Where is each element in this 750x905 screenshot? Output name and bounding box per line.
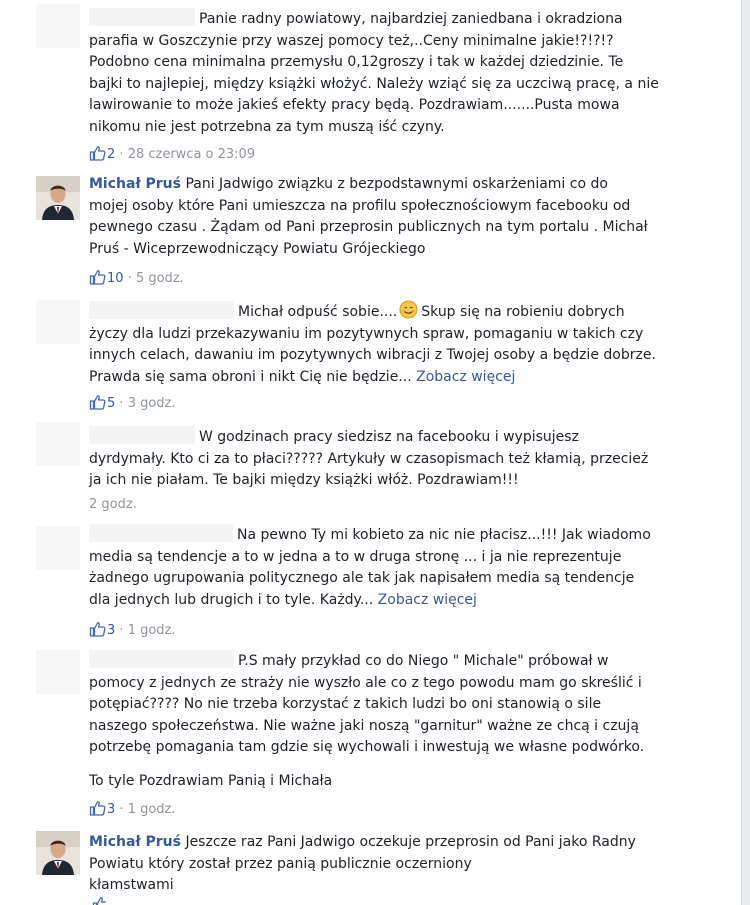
- comment-line: Skup się na robieniu dobrych: [421, 304, 625, 320]
- comment-line: W godzinach pracy siedzisz na facebooku …: [199, 429, 579, 445]
- redacted-author-name[interactable]: [89, 8, 195, 26]
- comment-line: Prawda się sama obroni i nikt Cię nie bę…: [89, 368, 412, 385]
- redacted-author-name[interactable]: [89, 301, 234, 319]
- comment-body: Na pewno Ty mi kobieto za nic nie płacis…: [89, 524, 689, 611]
- comment-line: Powiatu który został przez panią publicz…: [89, 855, 472, 872]
- author-name[interactable]: Michał Pruś: [89, 834, 181, 850]
- avatar[interactable]: [36, 526, 80, 570]
- comment-line: Panie radny powiatowy, najbardziej zanie…: [199, 11, 623, 27]
- comment-actions: 3 · 1 godz.: [89, 621, 176, 639]
- comment-line: P.S mały przykład co do Niego " Michale"…: [238, 653, 609, 669]
- avatar[interactable]: [36, 422, 80, 466]
- comment-line: Pruś - Wiceprzewodniczący Powiatu Grójec…: [89, 240, 426, 257]
- comment-line: parafia w Goszczynie przy waszej pomocy …: [89, 32, 614, 49]
- timestamp[interactable]: 5 godz.: [136, 271, 184, 286]
- comment-actions: 2 godz.: [89, 497, 137, 513]
- comment-paragraph: To tyle Pozdrawiam Panią i Michała: [89, 771, 689, 793]
- avatar[interactable]: [36, 4, 80, 48]
- comment-line: potępiać???? No nie trzeba korzystać z t…: [89, 696, 602, 712]
- thumbs-up-icon[interactable]: [89, 269, 106, 285]
- comment-line: media są tendencje a to w jedna a to w d…: [89, 548, 622, 565]
- comment-line: Michał odpuść sobie....: [238, 304, 398, 320]
- author-name[interactable]: Michał Pruś: [89, 176, 181, 192]
- comment-body: Michał Pruś Pani Jadwigo związku z bezpo…: [89, 174, 689, 260]
- avatar[interactable]: [36, 831, 80, 875]
- thumbs-up-icon[interactable]: [89, 145, 106, 161]
- separator: ·: [115, 396, 128, 411]
- separator: ·: [115, 147, 128, 162]
- comment-line: potrzebę pomagania tam gdzie się wychowa…: [89, 739, 645, 755]
- comment-line: bajki to najlepiej, między książki włoży…: [89, 75, 659, 92]
- comment-line: nikomu nie jest potrzebna za tym muszą i…: [89, 118, 445, 135]
- comment-body: Michał odpuść sobie.... Skup się na robie…: [89, 300, 689, 388]
- comment-line: Na pewno Ty mi kobieto za nic nie płacis…: [237, 527, 651, 543]
- timestamp[interactable]: 1 godz.: [128, 623, 176, 638]
- comment-line: Podobno cena minimalna przemysłu 0,12gro…: [89, 54, 624, 70]
- comment-body: P.S mały przykład co do Niego " Michale"…: [89, 650, 689, 759]
- see-more-link[interactable]: Zobacz więcej: [416, 369, 515, 385]
- comment-line: kłamstwami: [89, 877, 174, 893]
- thumbs-up-icon[interactable]: [89, 394, 106, 410]
- thumbs-up-icon[interactable]: [92, 896, 106, 905]
- page-edge: [741, 0, 750, 905]
- avatar[interactable]: [36, 650, 80, 694]
- separator: ·: [115, 802, 128, 817]
- thumbs-up-icon[interactable]: [89, 800, 106, 816]
- comment-actions: 5 · 3 godz.: [89, 394, 176, 412]
- timestamp[interactable]: 28 czerwca o 23:09: [128, 147, 255, 162]
- separator: ·: [123, 271, 136, 286]
- avatar[interactable]: [36, 300, 80, 344]
- comment-line: To tyle Pozdrawiam Panią i Michała: [89, 773, 333, 789]
- comment-line: Jeszcze raz Pani Jadwigo oczekuje przepr…: [185, 834, 636, 850]
- comment-line: pewnego czasu . Żądam od Pani przeprosin…: [89, 219, 648, 235]
- redacted-author-name[interactable]: [89, 524, 233, 542]
- avatar[interactable]: [36, 176, 80, 220]
- timestamp[interactable]: 1 godz.: [128, 802, 176, 817]
- redacted-author-name[interactable]: [89, 426, 195, 444]
- comment-actions: 10 · 5 godz.: [89, 269, 184, 287]
- comment-line: lawirowanie to może jakieś efekty pracy …: [89, 97, 620, 113]
- separator: ·: [115, 623, 128, 638]
- see-more-link[interactable]: Zobacz więcej: [378, 592, 477, 608]
- comment-line: życzy dla ludzi przekazywaniu im pozytyw…: [89, 325, 644, 342]
- comment-body: Michał Pruś Jeszcze raz Pani Jadwigo ocz…: [89, 832, 689, 897]
- comment-body: W godzinach pracy siedzisz na facebooku …: [89, 426, 689, 492]
- comment-body: Panie radny powiatowy, najbardziej zanie…: [89, 8, 689, 138]
- timestamp[interactable]: 3 godz.: [128, 396, 176, 411]
- timestamp[interactable]: 2 godz.: [89, 497, 137, 512]
- comment-line: mojej osoby które Pani umieszcza na prof…: [89, 197, 631, 214]
- comment-line: dla jednych lub drugich i to tyle. Każdy…: [89, 591, 374, 608]
- comment-line: żadnego ugrupowania politycznego ale tak…: [89, 570, 635, 586]
- comment-line: pomocy z jednych ze straży nie wyszło al…: [89, 674, 642, 691]
- comment-actions: 2 · 28 czerwca o 23:09: [89, 145, 255, 163]
- thumbs-up-icon[interactable]: [89, 621, 106, 637]
- comment-actions: 3 · 1 godz.: [89, 800, 176, 818]
- like-count[interactable]: 10: [107, 271, 124, 286]
- redacted-author-name[interactable]: [89, 650, 234, 668]
- smiling-face-icon: [399, 300, 419, 319]
- comment-line: ja ich nie piałam. Te bajki między książ…: [89, 472, 519, 488]
- comment-line: Pani Jadwigo związku z bezpodstawnymi os…: [185, 176, 608, 192]
- comment-line: naszego społeczeństwa. Nie ważne jaki no…: [89, 717, 639, 734]
- comment-line: dyrdymały. Kto ci za to płaci????? Artyk…: [89, 450, 649, 467]
- comment-line: innych celach, dawaniu im pozytywnych wi…: [89, 347, 656, 363]
